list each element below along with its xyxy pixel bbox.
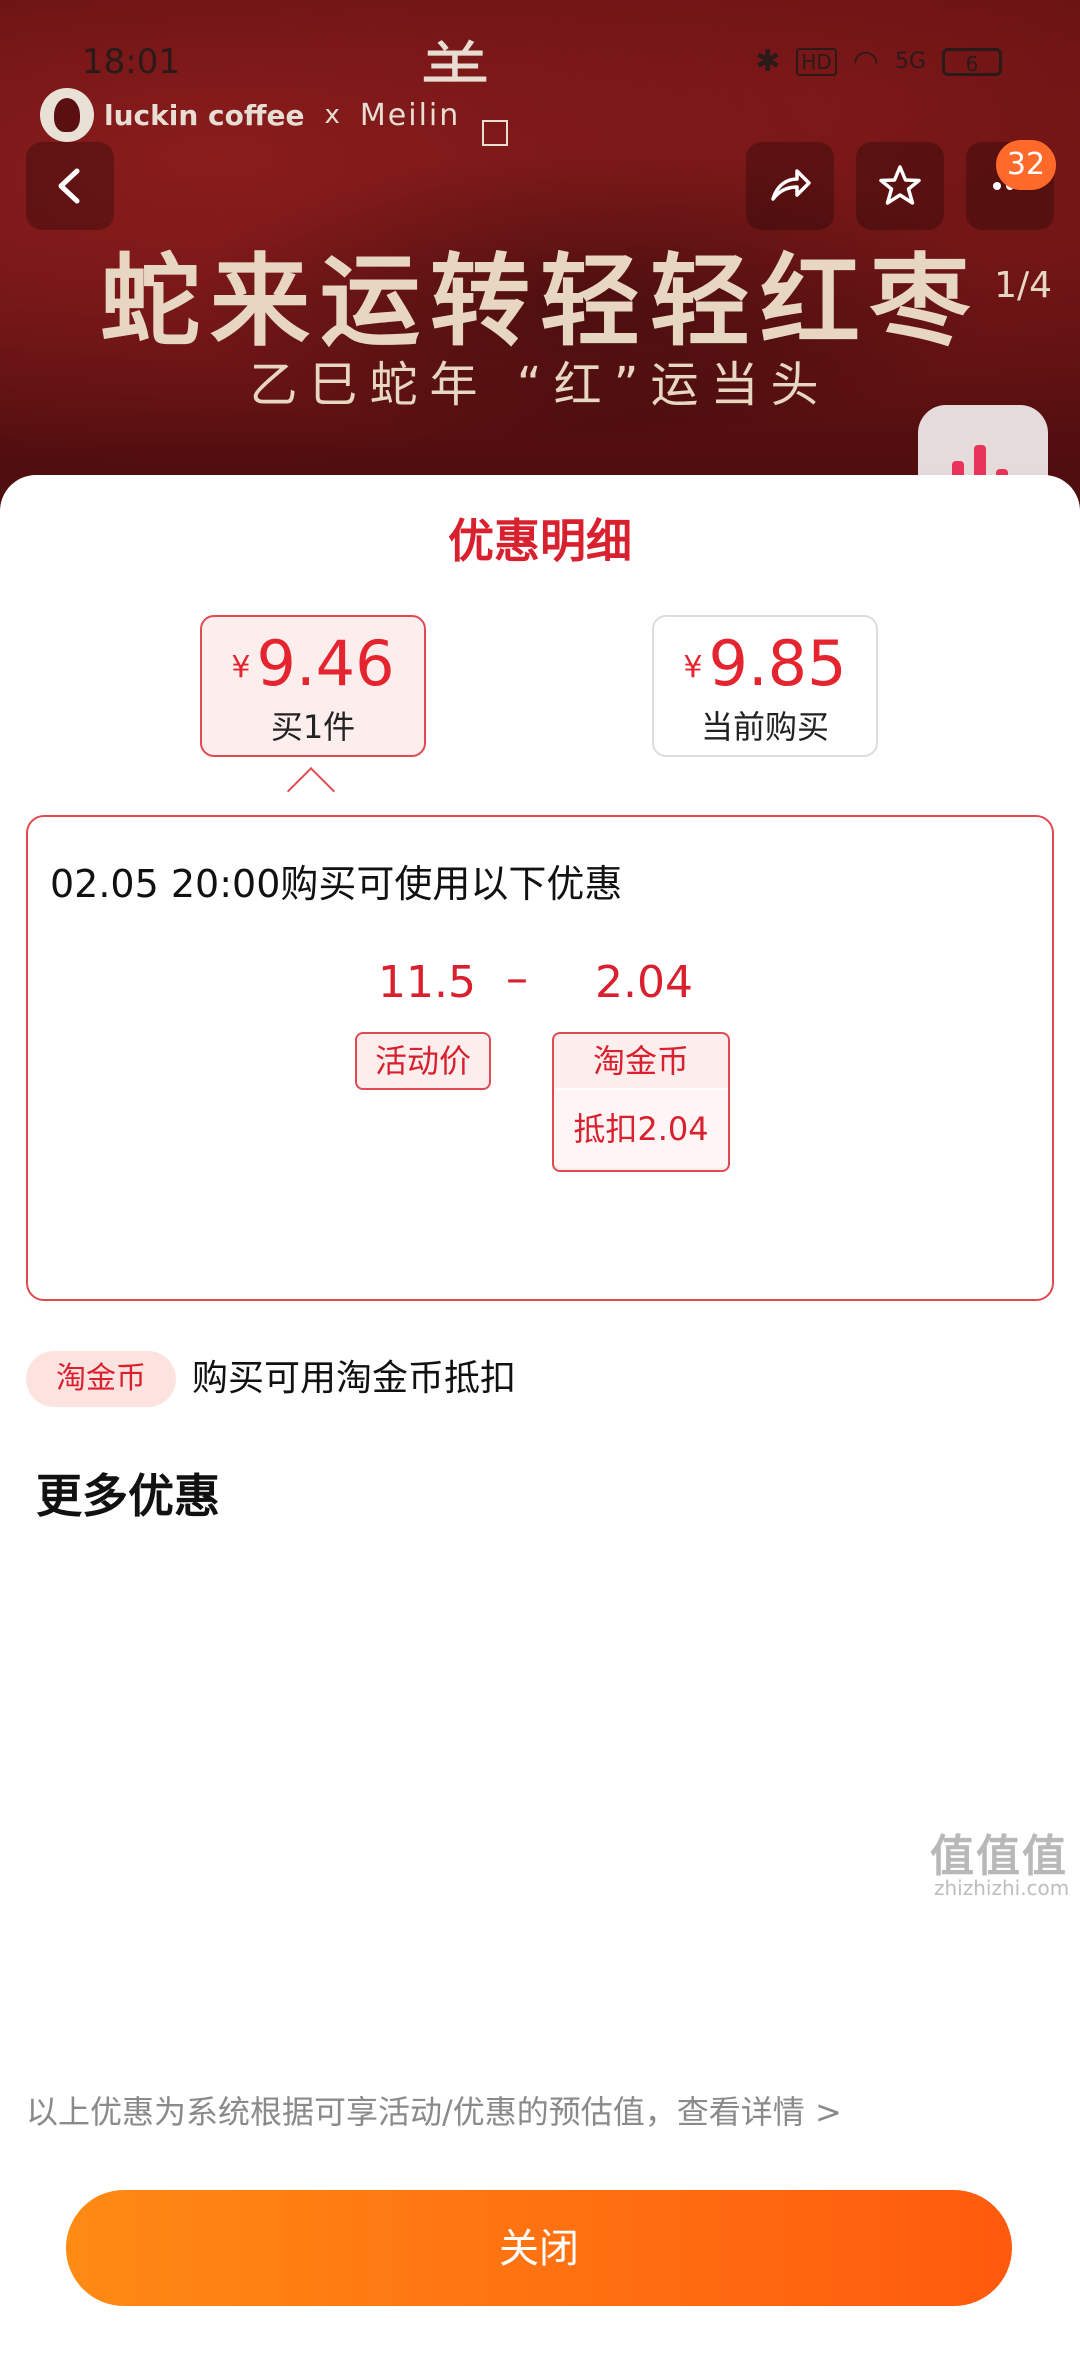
back-icon [58, 168, 80, 204]
minus-operator: – [506, 953, 528, 1004]
currency-symbol: ¥ [683, 650, 703, 685]
banner-headline: 蛇来运转轻轻红枣 [100, 243, 980, 360]
discount-calculation-box: 02.05 20:00购买可使用以下优惠 11.5 – 2.04 活动价 淘金币… [26, 815, 1054, 1301]
site-watermark-url: zhizhizhi.com [934, 1876, 1070, 1900]
battery-icon: 6 [942, 47, 1002, 76]
banner-subline: 乙巳蛇年 “红”运当头 [249, 357, 831, 413]
deduction-amount: 2.04 [595, 957, 693, 1008]
price-amount: 9.85 [708, 627, 847, 700]
coin-tag-title: 淘金币 [554, 1034, 728, 1090]
luckin-logo-icon [40, 88, 94, 142]
selection-pointer [286, 766, 336, 816]
star-icon [879, 165, 921, 205]
brand-x: x [324, 100, 340, 130]
back-button[interactable] [26, 142, 114, 230]
favorite-button[interactable] [856, 142, 944, 230]
coin-deduction-tag: 淘金币 抵扣2.04 [552, 1032, 730, 1172]
cart-count-badge: 32 [996, 140, 1056, 190]
status-icons: ✱ HD ◠ 5G 6 [755, 44, 1002, 79]
price-option-label: 当前购买 [700, 708, 829, 746]
image-page-indicator: 1/4 [994, 265, 1052, 306]
price-option-label: 买1件 [270, 708, 356, 746]
brand-primary: luckin coffee [104, 98, 305, 132]
activity-price-tag: 活动价 [355, 1032, 491, 1090]
more-discounts-title: 更多优惠 [36, 1469, 220, 1523]
discount-heading: 02.05 20:00购买可使用以下优惠 [50, 862, 623, 906]
bluetooth-icon: ✱ [755, 44, 781, 79]
calligraphy-logo-icon: ⺷ [420, 34, 490, 116]
coin-description: 购买可用淘金币抵扣 [192, 1358, 517, 1399]
status-time: 18:01 [82, 42, 180, 82]
share-icon [771, 169, 811, 201]
brand-row: luckin coffee x Meilin [40, 88, 460, 142]
site-watermark: 值值值 [930, 1831, 1068, 1882]
product-banner: 18:01 ✱ HD ◠ 5G 6 luckin coffee x Meilin… [0, 0, 1080, 520]
wifi-icon: ◠ [852, 44, 879, 79]
price-amount: 9.46 [256, 627, 395, 700]
seal-stamp-icon [482, 120, 508, 146]
coin-tag-note: 抵扣2.04 [554, 1090, 728, 1168]
currency-symbol: ¥ [231, 650, 251, 685]
close-button[interactable]: 关闭 [66, 2190, 1012, 2306]
estimate-footnote-link[interactable]: 以上优惠为系统根据可享活动/优惠的预估值，查看详情 > [26, 2087, 842, 2133]
sheet-title: 优惠明细 [448, 514, 632, 568]
base-price: 11.5 [378, 957, 476, 1008]
share-button[interactable] [746, 142, 834, 230]
hd-icon: HD [796, 47, 837, 76]
price-option-current[interactable]: ¥9.85 当前购买 [652, 615, 878, 757]
discount-detail-sheet: 优惠明细 ¥9.46 买1件 ¥9.85 当前购买 02.05 20:00购买可… [0, 475, 1080, 2376]
signal-icon: 5G [894, 49, 926, 74]
price-option-buy-one[interactable]: ¥9.46 买1件 [200, 615, 426, 757]
coin-pill-tag: 淘金币 [26, 1351, 176, 1407]
